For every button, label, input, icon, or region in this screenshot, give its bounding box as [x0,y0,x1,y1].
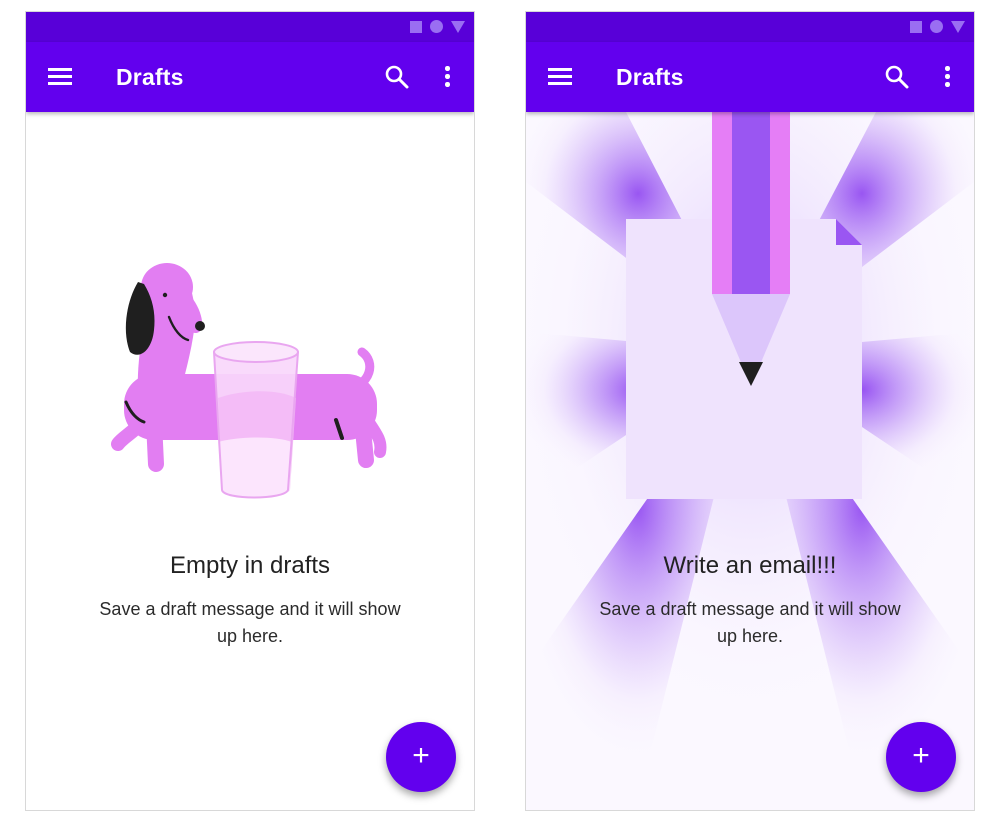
app-bar: Drafts [26,42,474,112]
add-icon: + [412,739,430,772]
app-bar-title: Drafts [116,64,184,90]
more-vert-icon[interactable] [442,66,452,88]
compose-fab-button[interactable]: + [386,722,456,792]
more-vert-icon[interactable] [942,66,952,88]
app-bar: Drafts [526,42,974,112]
compose-fab-button[interactable]: + [886,722,956,792]
menu-icon[interactable] [548,68,572,86]
empty-state-message: Save a draft message and it will show up… [99,599,401,646]
empty-state-title: Write an email!!! [663,552,837,579]
search-icon[interactable] [384,64,410,90]
search-icon[interactable] [884,64,910,90]
phone-screen-right: Drafts Write an email!!! Save a draft me… [525,11,975,811]
empty-state-message: Save a draft message and it will show up… [599,599,901,646]
app-bar-title: Drafts [616,64,684,90]
empty-state-title: Empty in drafts [169,552,331,579]
add-icon: + [912,739,930,772]
phone-screen-left: Drafts Empty in drafts Save a draft mess… [25,11,475,811]
menu-icon[interactable] [48,68,72,86]
